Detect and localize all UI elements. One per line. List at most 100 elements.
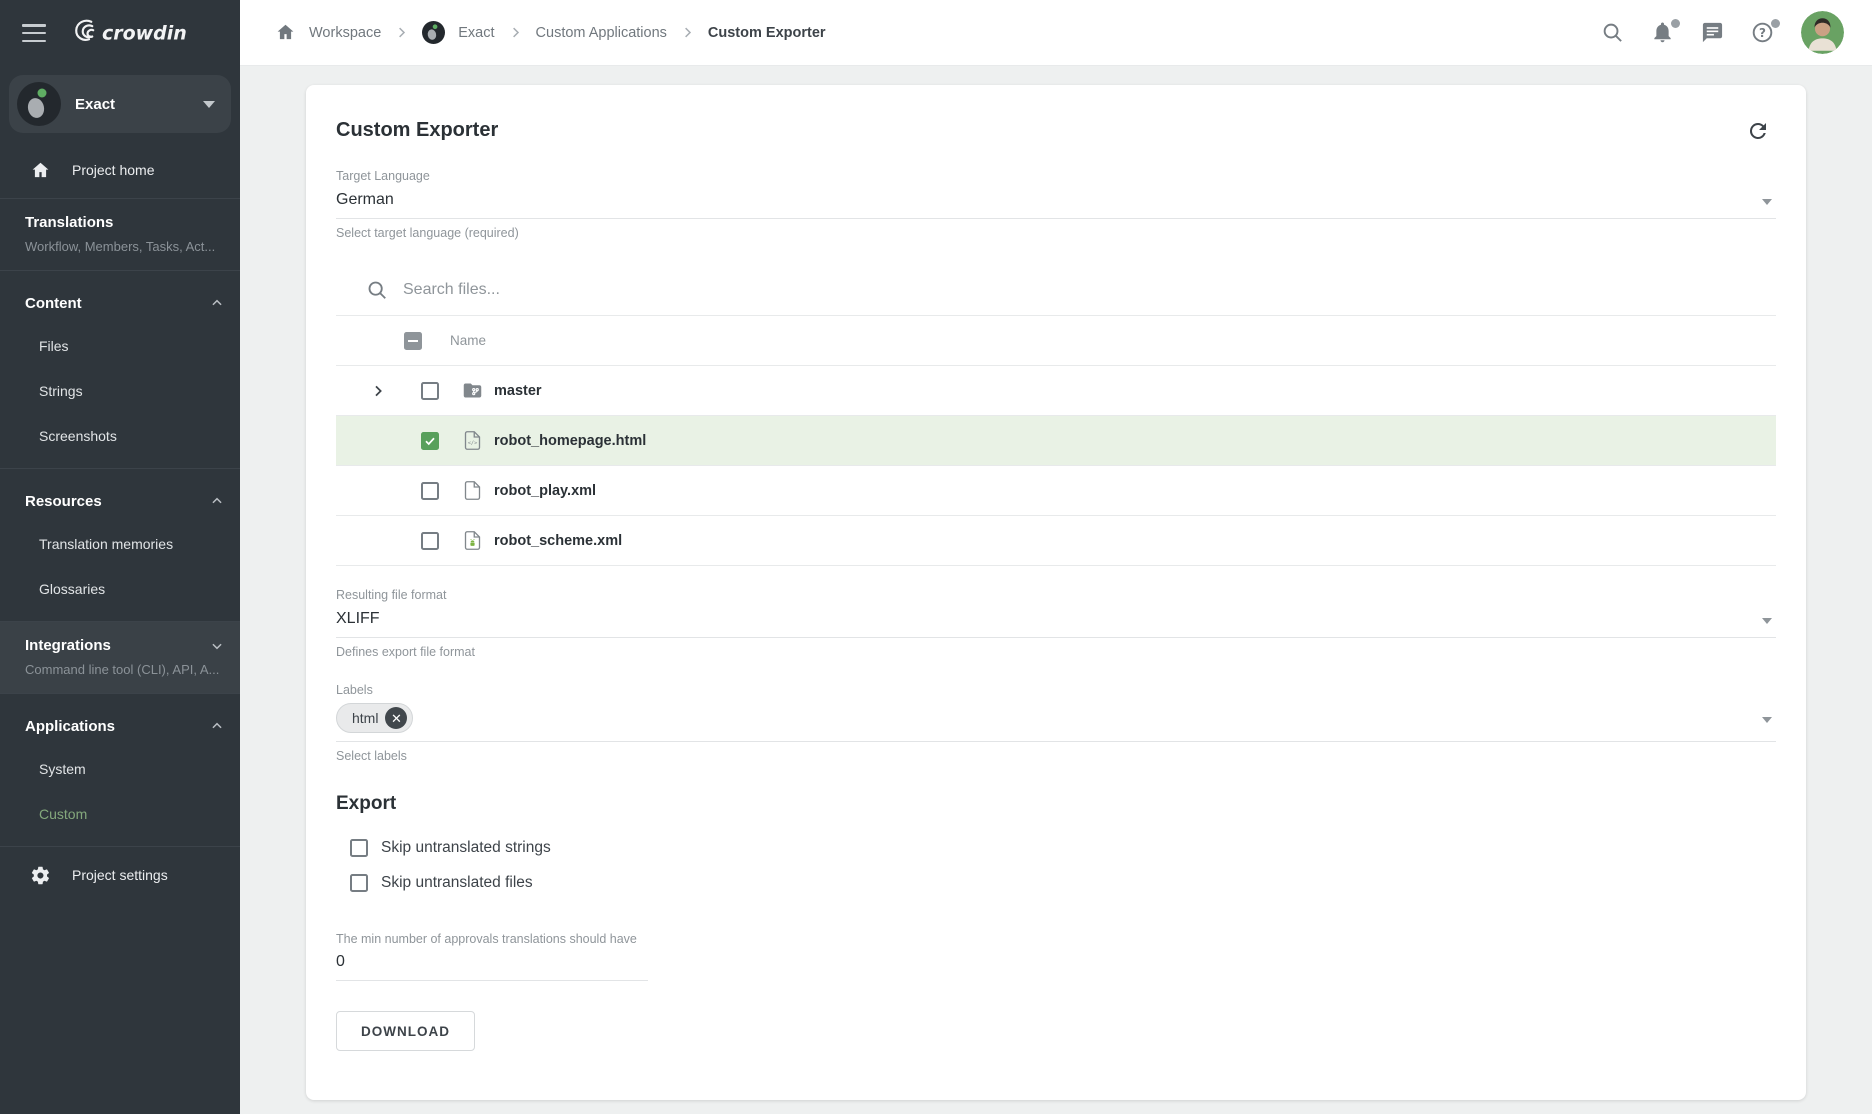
refresh-icon[interactable] xyxy=(1746,119,1770,143)
top-bar: crowdin Workspace Exact Custom Applicati… xyxy=(0,0,1872,66)
file-row-robot-scheme[interactable]: robot_scheme.xml xyxy=(336,516,1776,566)
android-file-icon xyxy=(444,530,494,551)
search-icon[interactable] xyxy=(1601,21,1624,44)
breadcrumb-current: Custom Exporter xyxy=(708,25,826,41)
labels-field: Labels html ✕ Select labels xyxy=(336,683,1776,763)
section-subtitle: Command line tool (CLI), API, A... xyxy=(25,662,220,677)
field-label: Resulting file format xyxy=(336,588,1776,602)
row-checkbox[interactable] xyxy=(421,482,439,500)
html-file-icon: </> xyxy=(444,430,494,451)
file-row-master[interactable]: master xyxy=(336,366,1776,416)
search-files-input[interactable] xyxy=(403,281,1776,299)
section-subtitle: Workflow, Members, Tasks, Act... xyxy=(25,239,220,254)
selected-value: XLIFF xyxy=(336,610,380,628)
project-switcher[interactable]: Exact xyxy=(9,75,231,133)
option-label: Skip untranslated strings xyxy=(381,839,551,857)
select-all-checkbox[interactable] xyxy=(404,332,422,350)
row-checkbox[interactable] xyxy=(421,532,439,550)
help-icon[interactable]: ? xyxy=(1751,21,1774,44)
field-helper: Select labels xyxy=(336,749,1776,763)
min-approvals-input[interactable] xyxy=(336,946,648,981)
option-checkbox[interactable] xyxy=(350,874,368,892)
header-main: Workspace Exact Custom Applications Cust… xyxy=(240,0,1872,66)
menu-toggle-icon[interactable] xyxy=(22,24,46,42)
app-window: crowdin Workspace Exact Custom Applicati… xyxy=(0,0,1872,1114)
sidebar-item-strings[interactable]: Strings xyxy=(0,368,240,413)
format-select[interactable]: XLIFF xyxy=(336,602,1776,638)
breadcrumb-project[interactable]: Exact xyxy=(458,25,494,41)
notification-dot xyxy=(1671,19,1680,28)
file-name: robot_play.xml xyxy=(494,483,596,499)
main-area: Custom Exporter Target Language German S… xyxy=(240,66,1872,1114)
notifications-bell-icon[interactable] xyxy=(1651,21,1674,44)
header-actions: ? xyxy=(1601,11,1844,54)
file-search-row xyxy=(336,264,1776,316)
custom-exporter-card: Custom Exporter Target Language German S… xyxy=(306,85,1806,1100)
sidebar-item-screenshots[interactable]: Screenshots xyxy=(0,413,240,458)
user-avatar[interactable] xyxy=(1801,11,1844,54)
sidebar-item-glossaries[interactable]: Glossaries xyxy=(0,566,240,611)
file-row-robot-play[interactable]: robot_play.xml xyxy=(336,466,1776,516)
sidebar-item-system[interactable]: System xyxy=(0,746,240,791)
file-name: robot_homepage.html xyxy=(494,433,646,449)
breadcrumb-workspace[interactable]: Workspace xyxy=(309,25,381,41)
chip-text: html xyxy=(352,710,378,726)
sidebar-item-files[interactable]: Files xyxy=(0,323,240,368)
labels-select[interactable]: html ✕ xyxy=(336,697,1776,742)
sidebar: Exact Project home Translations Workflow… xyxy=(0,66,240,1114)
file-row-robot-homepage[interactable]: </> robot_homepage.html xyxy=(336,416,1776,466)
option-checkbox[interactable] xyxy=(350,839,368,857)
sidebar-section-integrations[interactable]: Integrations Command line tool (CLI), AP… xyxy=(0,622,240,693)
page-title: Custom Exporter xyxy=(336,119,498,142)
row-checkbox[interactable] xyxy=(421,382,439,400)
chevron-right-icon xyxy=(680,25,695,40)
selected-value: German xyxy=(336,191,394,209)
row-checkbox-checked[interactable] xyxy=(421,432,439,450)
expand-chevron-icon[interactable] xyxy=(336,383,404,399)
svg-text:</>: </> xyxy=(468,440,477,446)
breadcrumb: Workspace Exact Custom Applications Cust… xyxy=(275,21,826,44)
section-header[interactable]: Applications xyxy=(0,714,240,738)
option-skip-untranslated-files[interactable]: Skip untranslated files xyxy=(336,874,1776,892)
messages-icon[interactable] xyxy=(1701,21,1724,44)
chevron-down-icon xyxy=(203,101,215,108)
sidebar-section-translations[interactable]: Translations Workflow, Members, Tasks, A… xyxy=(0,199,240,270)
target-language-field: Target Language German Select target lan… xyxy=(336,169,1776,240)
sidebar-item-project-home[interactable]: Project home xyxy=(0,142,240,198)
sidebar-item-project-settings[interactable]: Project settings xyxy=(0,847,240,903)
breadcrumb-custom-applications[interactable]: Custom Applications xyxy=(536,25,667,41)
field-label: Target Language xyxy=(336,169,1776,183)
section-title: Resources xyxy=(25,493,102,510)
gear-icon xyxy=(30,865,51,886)
section-header[interactable]: Content xyxy=(0,291,240,315)
project-avatar xyxy=(422,21,445,44)
option-skip-untranslated-strings[interactable]: Skip untranslated strings xyxy=(336,839,1776,857)
target-language-select[interactable]: German xyxy=(336,183,1776,219)
field-label: Labels xyxy=(336,683,1776,697)
section-header[interactable]: Resources xyxy=(0,489,240,513)
sidebar-section-resources: Resources Translation memories Glossarie… xyxy=(0,469,240,621)
sidebar-item-translation-memories[interactable]: Translation memories xyxy=(0,521,240,566)
sidebar-item-custom[interactable]: Custom xyxy=(0,791,240,836)
field-helper: Select target language (required) xyxy=(336,226,1776,240)
sidebar-item-label: Project settings xyxy=(72,867,168,883)
home-icon xyxy=(30,160,51,181)
help-dot xyxy=(1771,19,1780,28)
remove-chip-icon[interactable]: ✕ xyxy=(385,707,407,729)
chevron-down-icon xyxy=(1762,618,1772,624)
file-name: master xyxy=(494,383,542,399)
sidebar-item-label: Project home xyxy=(72,162,154,178)
chevron-down-icon xyxy=(210,639,224,653)
section-title: Content xyxy=(25,295,82,312)
home-icon[interactable] xyxy=(275,22,296,43)
section-title: Translations xyxy=(25,214,220,231)
crowdin-logo[interactable]: crowdin xyxy=(66,16,212,51)
file-name: robot_scheme.xml xyxy=(494,533,622,549)
file-table-header: Name xyxy=(336,316,1776,366)
project-name: Exact xyxy=(75,96,115,113)
sidebar-section-content: Content Files Strings Screenshots xyxy=(0,271,240,468)
chevron-down-icon xyxy=(1762,717,1772,723)
brand-area: crowdin xyxy=(0,0,240,66)
download-button[interactable]: DOWNLOAD xyxy=(336,1011,475,1051)
option-label: Skip untranslated files xyxy=(381,874,533,892)
